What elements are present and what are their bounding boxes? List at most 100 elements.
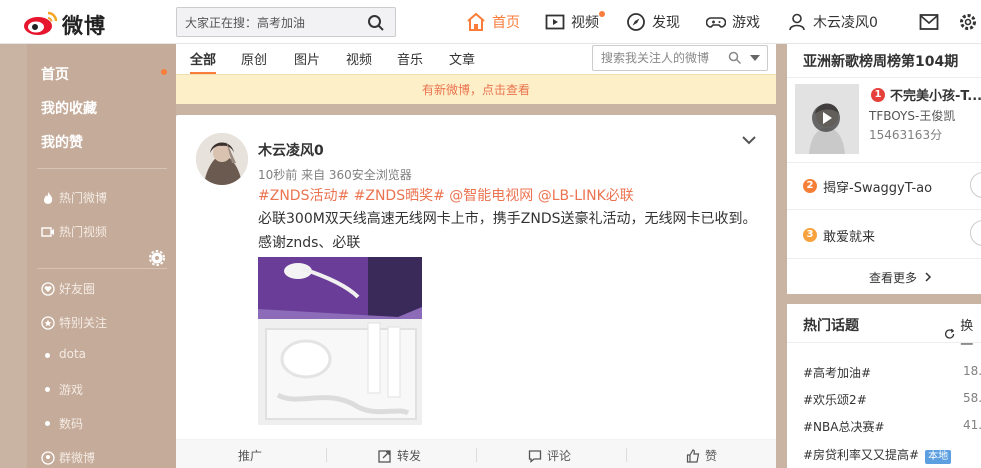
wireless-adapter-photo [258, 257, 422, 425]
sidebar-item-digital[interactable]: 数码 [59, 415, 83, 432]
sidebar-item-label: 好友圈 [59, 282, 96, 296]
feed-filter[interactable] [592, 45, 768, 71]
search-icon[interactable] [367, 14, 385, 32]
sidebar-settings-gear-icon[interactable] [149, 250, 165, 266]
comment-icon [528, 449, 542, 463]
topic-item[interactable]: #房贷利率又又提高# 本地 [803, 446, 952, 464]
like-label: 赞 [705, 449, 718, 463]
top-song-score: 15463163分 [869, 128, 943, 142]
song-item[interactable]: 揭穿-SwaggyT-ao [823, 177, 932, 196]
play-icon [823, 112, 832, 124]
dropdown-arrow-icon[interactable] [750, 55, 760, 62]
global-search[interactable] [176, 7, 396, 37]
bullet-dot [45, 421, 50, 426]
heart-icon [41, 281, 55, 296]
search-input[interactable] [185, 13, 365, 33]
sidebar-item-group-weibo[interactable]: 群微博 [41, 449, 95, 466]
nav-profile[interactable]: 木云凌风0 [787, 0, 878, 44]
action-divider [626, 448, 627, 462]
sidebar-item-home[interactable]: 首页 [41, 64, 69, 84]
refresh-label: 换一 [960, 319, 974, 353]
play-button[interactable] [970, 172, 981, 198]
post-image[interactable] [258, 257, 422, 425]
view-more-link[interactable]: 查看更多 [869, 269, 932, 286]
refresh-icon [945, 328, 955, 339]
thumbs-up-icon [686, 448, 700, 463]
nav-games[interactable]: 游戏 [706, 0, 760, 44]
sidebar-item-friends[interactable]: 好友圈 [41, 280, 95, 297]
music-chart-card: 亚洲新歌榜周榜第104期 1 不完美小孩-T... TFBOYS-王俊凯 154… [787, 44, 981, 294]
filter-search-input[interactable] [601, 51, 731, 65]
tab-music[interactable]: 音乐 [397, 49, 423, 68]
like-button[interactable]: 赞 [686, 447, 717, 464]
topic-name: #房贷利率又又提高# [803, 448, 920, 462]
topic-count: 18. [963, 364, 981, 378]
top-song-artist[interactable]: TFBOYS-王俊凯 [869, 107, 955, 124]
new-posts-notice[interactable]: 有新微博，点击查看 [176, 74, 776, 104]
sidebar-item-label: 特别关注 [59, 316, 108, 330]
sidebar-item-favorites[interactable]: 我的收藏 [41, 98, 97, 118]
repost-button[interactable]: 转发 [378, 447, 421, 464]
tab-original[interactable]: 原创 [241, 49, 267, 68]
view-more-label: 查看更多 [869, 271, 918, 285]
group-icon [41, 450, 55, 465]
topic-item[interactable]: #高考加油# [803, 364, 871, 381]
user-icon [789, 13, 805, 31]
card-divider [787, 77, 981, 78]
topic-item[interactable]: #NBA总决赛# [803, 418, 885, 435]
post-username[interactable]: 木云凌风0 [258, 140, 324, 160]
play-button[interactable] [970, 220, 981, 246]
weibo-logo[interactable]: 微博 [22, 6, 112, 38]
comment-label: 评论 [547, 449, 572, 463]
hot-topics-card: 热门话题 换一 #高考加油# 18. #欢乐颂2# 58. #NBA总决赛# 4… [787, 304, 981, 468]
video-notification-dot [599, 11, 605, 17]
album-cover[interactable] [795, 84, 859, 154]
home-notification-dot [161, 69, 167, 75]
sidebar-item-hot-weibo[interactable]: 热门微博 [41, 189, 107, 206]
sidebar-item-games[interactable]: 游戏 [59, 381, 83, 398]
post-tags[interactable]: #ZNDS活动# #ZNDS晒奖# @智能电视网 @LB-LINK必联 [258, 185, 634, 205]
avatar[interactable] [196, 133, 248, 185]
card-divider [787, 342, 981, 343]
post-text-continued: 感谢znds、必联 [258, 235, 361, 251]
tab-all[interactable]: 全部 [190, 49, 216, 68]
action-divider [326, 448, 327, 462]
settings-gear-icon[interactable] [958, 12, 978, 32]
tab-images[interactable]: 图片 [294, 49, 320, 68]
fire-icon [43, 191, 53, 204]
chevron-right-icon [925, 272, 931, 282]
tab-video[interactable]: 视频 [346, 49, 372, 68]
topic-item[interactable]: #欢乐颂2# [803, 391, 867, 408]
sidebar-item-hot-video[interactable]: 热门视频 [41, 223, 107, 240]
rank-badge: 3 [803, 228, 817, 242]
local-badge: 本地 [925, 450, 952, 464]
sidebar-item-label: 热门微博 [59, 191, 108, 205]
nav-home[interactable]: 首页 [466, 0, 520, 44]
card-divider [787, 209, 981, 210]
sidebar-divider [37, 168, 167, 169]
sidebar-item-special-follow[interactable]: 特别关注 [41, 314, 107, 331]
tab-articles[interactable]: 文章 [449, 49, 475, 68]
nav-discover-label: 发现 [652, 15, 680, 31]
sidebar-item-likes[interactable]: 我的赞 [41, 132, 83, 152]
mail-icon[interactable] [919, 13, 939, 31]
active-tab-indicator [190, 72, 216, 74]
bullet-dot [45, 353, 50, 358]
song-item[interactable]: 敢爱就来 [823, 226, 875, 245]
nav-discover[interactable]: 发现 [626, 0, 680, 44]
top-song-title[interactable]: 不完美小孩-T... [890, 85, 981, 104]
video-icon [545, 14, 565, 30]
search-icon[interactable] [728, 51, 742, 65]
play-button[interactable] [812, 104, 840, 132]
hot-topics-title: 热门话题 [803, 318, 859, 334]
post-card: 木云凌风0 10秒前 来自 360安全浏览器 #ZNDS活动# #ZNDS晒奖#… [176, 115, 776, 468]
nav-video[interactable]: 视频 [545, 0, 599, 44]
refresh-button[interactable]: 换一 [944, 315, 981, 353]
chevron-down-icon[interactable] [742, 135, 756, 145]
repost-label: 转发 [397, 449, 422, 463]
sidebar-item-label: 热门视频 [59, 225, 108, 239]
comment-button[interactable]: 评论 [528, 447, 571, 464]
music-chart-title[interactable]: 亚洲新歌榜周榜第104期 [803, 51, 958, 71]
promote-button[interactable]: 推广 [238, 447, 262, 464]
sidebar-item-dota[interactable]: dota [59, 347, 86, 361]
